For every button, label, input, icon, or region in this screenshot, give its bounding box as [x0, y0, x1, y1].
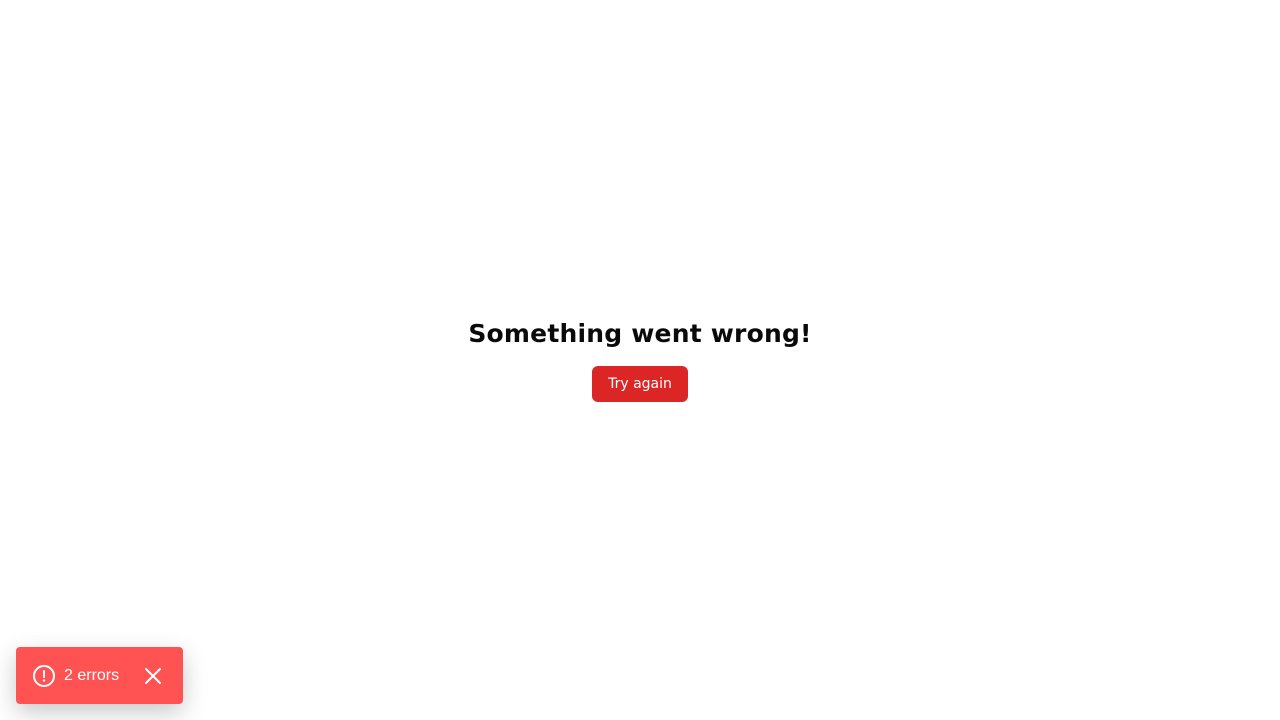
error-page: Something went wrong! Try again 2 errors: [0, 0, 1280, 720]
close-icon[interactable]: [144, 667, 162, 685]
error-title: Something went wrong!: [468, 319, 812, 348]
try-again-button[interactable]: Try again: [592, 366, 688, 402]
alert-circle-icon: [32, 664, 56, 688]
error-count-toast[interactable]: 2 errors: [16, 647, 183, 704]
error-count-label: 2 errors: [64, 666, 120, 684]
error-panel: Something went wrong! Try again: [0, 318, 1280, 402]
